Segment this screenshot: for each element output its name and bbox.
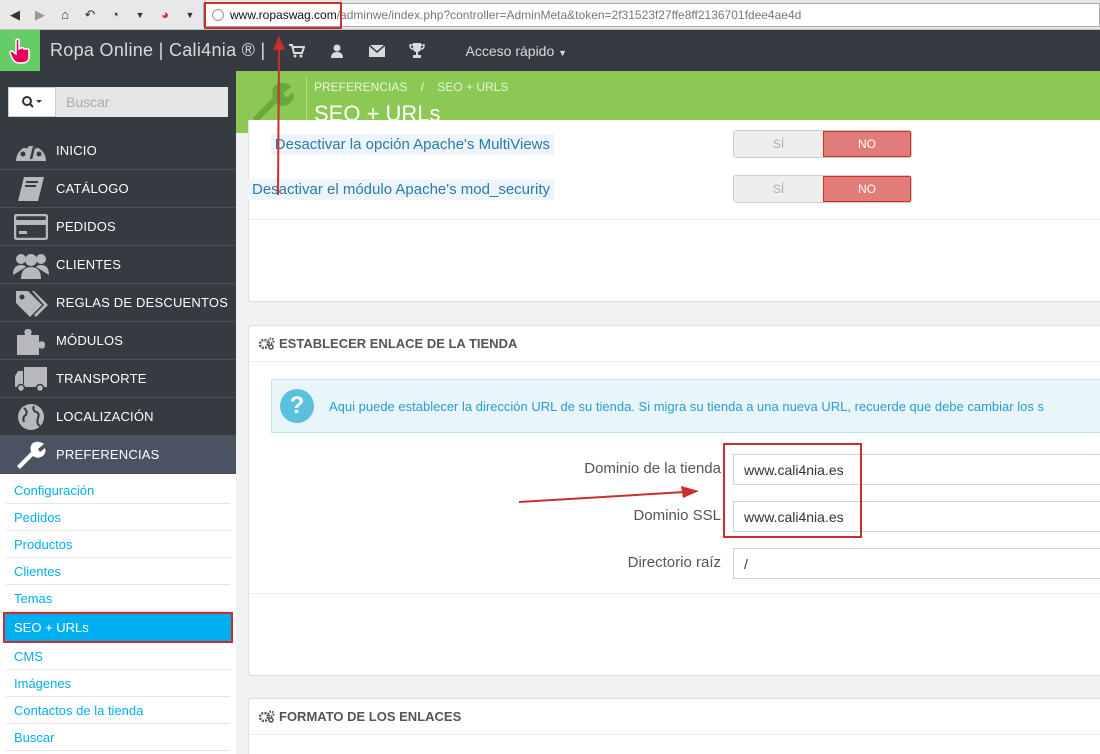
annotation-arrow-up	[273, 36, 285, 196]
submenu-item-imagenes[interactable]: Imágenes	[6, 670, 230, 697]
user-icon[interactable]	[328, 44, 346, 58]
envelope-icon[interactable]	[368, 44, 386, 57]
switch-yes[interactable]: SÍ	[734, 176, 823, 202]
sidebar-item-inicio[interactable]: INICIO	[0, 132, 236, 170]
admin-header: Ropa Online | Cali4nia ® | Acceso rápido…	[0, 30, 1100, 71]
search-button[interactable]	[8, 87, 56, 117]
sidebar-item-label: TRANSPORTE	[56, 371, 147, 386]
sidebar: Buscar INICIO CATÁLOGO PEDIDOS CLIENTES …	[0, 71, 236, 754]
undo-icon[interactable]: ↶	[80, 5, 100, 25]
sidebar-item-label: CLIENTES	[56, 257, 122, 272]
switch-no[interactable]: NO	[823, 176, 911, 202]
cogs-icon	[259, 710, 275, 723]
question-icon: ?	[280, 389, 314, 423]
shop-url-heading: ESTABLECER ENLACE DE LA TIENDA	[249, 326, 1100, 362]
submenu-item-buscar[interactable]: Buscar	[6, 724, 230, 751]
wrench-icon	[9, 438, 53, 472]
links-format-panel: FORMATO DE LOS ENLACES	[248, 698, 1100, 754]
breadcrumb: PREFERENCIAS / SEO + URLS	[314, 80, 509, 94]
preferences-submenu: Configuración Pedidos Productos Clientes…	[0, 477, 236, 751]
root-dir-label: Directorio raíz	[627, 554, 721, 571]
logo[interactable]	[0, 30, 40, 71]
settings-panel: Desactivar la opción Apache's MultiViews…	[247, 120, 1100, 302]
root-dir-input[interactable]: /	[733, 548, 1100, 579]
root-dir-row: Directorio raíz /	[249, 548, 1100, 579]
switch-yes[interactable]: SÍ	[734, 131, 823, 157]
sidebar-item-modulos[interactable]: MÓDULOS	[0, 322, 236, 360]
mod-security-row: Desactivar el módulo Apache's mod_securi…	[247, 175, 929, 205]
domain-highlight-box	[723, 443, 862, 538]
credit-card-icon	[9, 210, 53, 244]
multiviews-switch[interactable]: SÍ NO	[733, 130, 912, 158]
sidebar-item-label: PREFERENCIAS	[56, 447, 160, 462]
sidebar-search: Buscar	[0, 71, 236, 132]
sidebar-item-clientes[interactable]: CLIENTES	[0, 246, 236, 284]
multiviews-row: Desactivar la opción Apache's MultiViews…	[249, 130, 929, 160]
sidebar-item-label: CATÁLOGO	[56, 181, 129, 196]
puzzle-icon	[9, 324, 53, 358]
hand-pointer-icon	[9, 37, 30, 64]
dropdown-icon[interactable]: ▼	[180, 5, 200, 25]
history-icon[interactable]: ◔	[105, 5, 125, 25]
ssl-domain-label: Dominio SSL	[633, 507, 721, 524]
url-path: /adminwe/index.php?controller=AdminMeta&…	[336, 8, 802, 22]
search-icon	[22, 96, 42, 108]
submenu-item-cms[interactable]: CMS	[6, 643, 230, 670]
tags-icon	[9, 286, 53, 320]
shop-domain-label: Dominio de la tienda	[584, 460, 721, 477]
truck-icon	[9, 362, 53, 396]
dashboard-icon	[9, 134, 53, 168]
switch-no[interactable]: NO	[823, 131, 911, 157]
shop-domain-row: Dominio de la tienda www.cali4nia.es	[249, 454, 1100, 485]
url-highlight-box	[204, 2, 342, 29]
shop-name[interactable]: Ropa Online | Cali4nia ® |	[50, 40, 266, 61]
browser-app-icon[interactable]: ◕	[155, 5, 175, 25]
breadcrumb-item[interactable]: PREFERENCIAS	[314, 80, 407, 94]
sidebar-item-label: PEDIDOS	[56, 219, 116, 234]
browser-toolbar: ◀ ▶ ⌂ ↶ ◔ ▼ ◕ ▼ www.ropaswag.com/adminwe…	[0, 0, 1100, 30]
submenu-item-contactos[interactable]: Contactos de la tienda	[6, 697, 230, 724]
sidebar-item-catalogo[interactable]: CATÁLOGO	[0, 170, 236, 208]
sidebar-item-label: INICIO	[56, 143, 97, 158]
quick-access-menu[interactable]: Acceso rápido ▼	[466, 43, 568, 59]
links-format-heading: FORMATO DE LOS ENLACES	[249, 699, 1100, 735]
dropdown-icon[interactable]: ▼	[130, 5, 150, 25]
caret-down-icon: ▼	[558, 47, 568, 58]
sidebar-item-localizacion[interactable]: LOCALIZACIÓN	[0, 398, 236, 436]
submenu-item-configuracion[interactable]: Configuración	[6, 477, 230, 504]
sidebar-item-reglas-descuentos[interactable]: REGLAS DE DESCUENTOS	[0, 284, 236, 322]
cogs-icon	[259, 337, 275, 350]
back-icon[interactable]: ◀	[5, 5, 25, 25]
submenu-item-clientes[interactable]: Clientes	[6, 558, 230, 585]
multiviews-label: Desactivar la opción Apache's MultiViews	[270, 134, 554, 155]
sidebar-item-transporte[interactable]: TRANSPORTE	[0, 360, 236, 398]
info-text: Aqui puede establecer la dirección URL d…	[329, 398, 1044, 414]
sidebar-item-preferencias[interactable]: PREFERENCIAS	[0, 436, 236, 474]
mod-security-switch[interactable]: SÍ NO	[733, 175, 912, 203]
breadcrumb-item[interactable]: SEO + URLS	[437, 80, 508, 94]
sidebar-item-label: REGLAS DE DESCUENTOS	[56, 295, 229, 310]
globe-icon	[9, 400, 53, 434]
book-icon	[9, 172, 53, 206]
forward-icon[interactable]: ▶	[30, 5, 50, 25]
submenu-item-seo-urls[interactable]: SEO + URLs	[3, 612, 233, 643]
sidebar-item-label: MÓDULOS	[56, 333, 124, 348]
users-icon	[9, 248, 53, 282]
search-input[interactable]: Buscar	[56, 87, 228, 117]
sidebar-item-label: LOCALIZACIÓN	[56, 409, 154, 424]
submenu-item-productos[interactable]: Productos	[6, 531, 230, 558]
trophy-icon[interactable]	[408, 43, 426, 58]
annotation-arrow-right	[518, 486, 699, 503]
info-alert: ? Aqui puede establecer la dirección URL…	[271, 379, 1100, 433]
home-icon[interactable]: ⌂	[55, 5, 75, 25]
submenu-item-pedidos[interactable]: Pedidos	[6, 504, 230, 531]
sidebar-item-pedidos[interactable]: PEDIDOS	[0, 208, 236, 246]
submenu-item-temas[interactable]: Temas	[6, 585, 230, 612]
